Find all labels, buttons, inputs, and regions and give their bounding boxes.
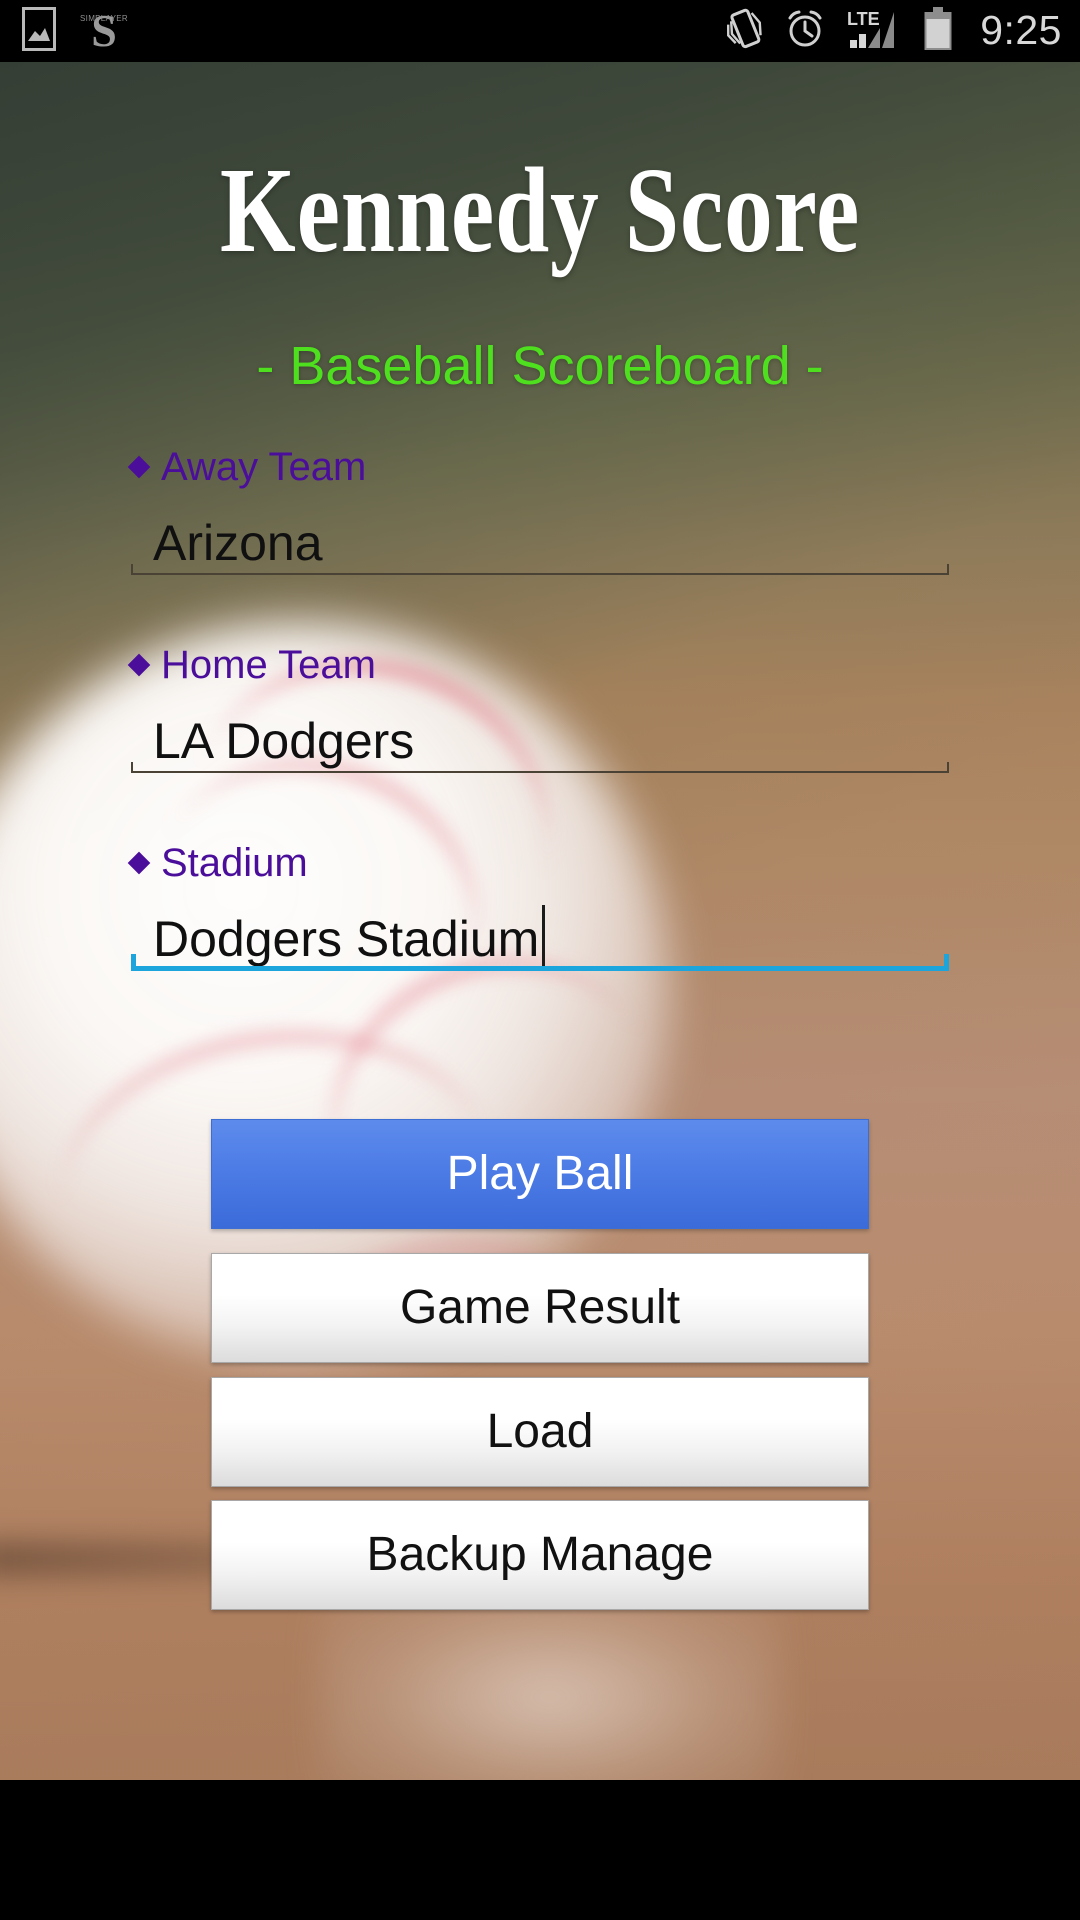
app-content-area: Kennedy Score - Baseball Scoreboard - Aw… bbox=[0, 62, 1080, 1780]
stadium-value: Dodgers Stadium bbox=[153, 911, 540, 967]
phone-screen: SIMPLAYER S LTE 9:25 Kennedy Score - Bas… bbox=[0, 0, 1080, 1920]
diamond-bullet-icon bbox=[127, 851, 151, 874]
stadium-input[interactable]: Dodgers Stadium bbox=[131, 905, 949, 971]
simplayer-logo-icon: SIMPLAYER S bbox=[80, 8, 128, 54]
vibrate-icon bbox=[724, 7, 764, 56]
svg-text:LTE: LTE bbox=[847, 9, 880, 29]
field-group-stadium: Stadium Dodgers Stadium bbox=[127, 841, 949, 971]
home-team-label: Home Team bbox=[127, 643, 949, 687]
away-team-input[interactable]: Arizona bbox=[131, 509, 949, 575]
game-result-button[interactable]: Game Result bbox=[211, 1253, 869, 1363]
home-team-underline bbox=[131, 762, 949, 773]
backup-manage-button[interactable]: Backup Manage bbox=[211, 1500, 869, 1610]
home-team-value: LA Dodgers bbox=[153, 713, 415, 769]
lte-signal-icon: LTE bbox=[846, 6, 902, 57]
stadium-label: Stadium bbox=[127, 841, 949, 885]
status-bar: SIMPLAYER S LTE 9:25 bbox=[0, 0, 1080, 62]
load-button[interactable]: Load bbox=[211, 1377, 869, 1487]
away-team-value: Arizona bbox=[153, 515, 323, 571]
home-team-input[interactable]: LA Dodgers bbox=[131, 707, 949, 773]
field-group-away-team: Away Team Arizona bbox=[127, 445, 949, 575]
diamond-bullet-icon bbox=[127, 653, 151, 676]
stadium-label-text: Stadium bbox=[161, 841, 308, 885]
field-group-home-team: Home Team LA Dodgers bbox=[127, 643, 949, 773]
page-title: Kennedy Score bbox=[219, 143, 861, 278]
status-bar-clock: 9:25 bbox=[980, 6, 1062, 53]
system-navigation-bar bbox=[0, 1780, 1080, 1920]
away-team-label: Away Team bbox=[127, 445, 949, 489]
stadium-underline-focused bbox=[131, 954, 949, 971]
away-team-label-text: Away Team bbox=[161, 445, 367, 489]
page-subtitle: - Baseball Scoreboard - bbox=[256, 336, 824, 396]
battery-icon bbox=[922, 6, 954, 57]
status-bar-right-icons: LTE 9:25 bbox=[724, 6, 1062, 57]
alarm-clock-icon bbox=[784, 7, 826, 56]
home-team-label-text: Home Team bbox=[161, 643, 376, 687]
status-bar-left-icons: SIMPLAYER S bbox=[22, 6, 128, 56]
simplayer-wordmark: SIMPLAYER bbox=[80, 14, 128, 23]
away-team-underline bbox=[131, 564, 949, 575]
play-ball-button[interactable]: Play Ball bbox=[211, 1119, 869, 1229]
text-cursor bbox=[542, 905, 545, 969]
gallery-image-icon bbox=[22, 6, 56, 56]
diamond-bullet-icon bbox=[127, 455, 151, 478]
